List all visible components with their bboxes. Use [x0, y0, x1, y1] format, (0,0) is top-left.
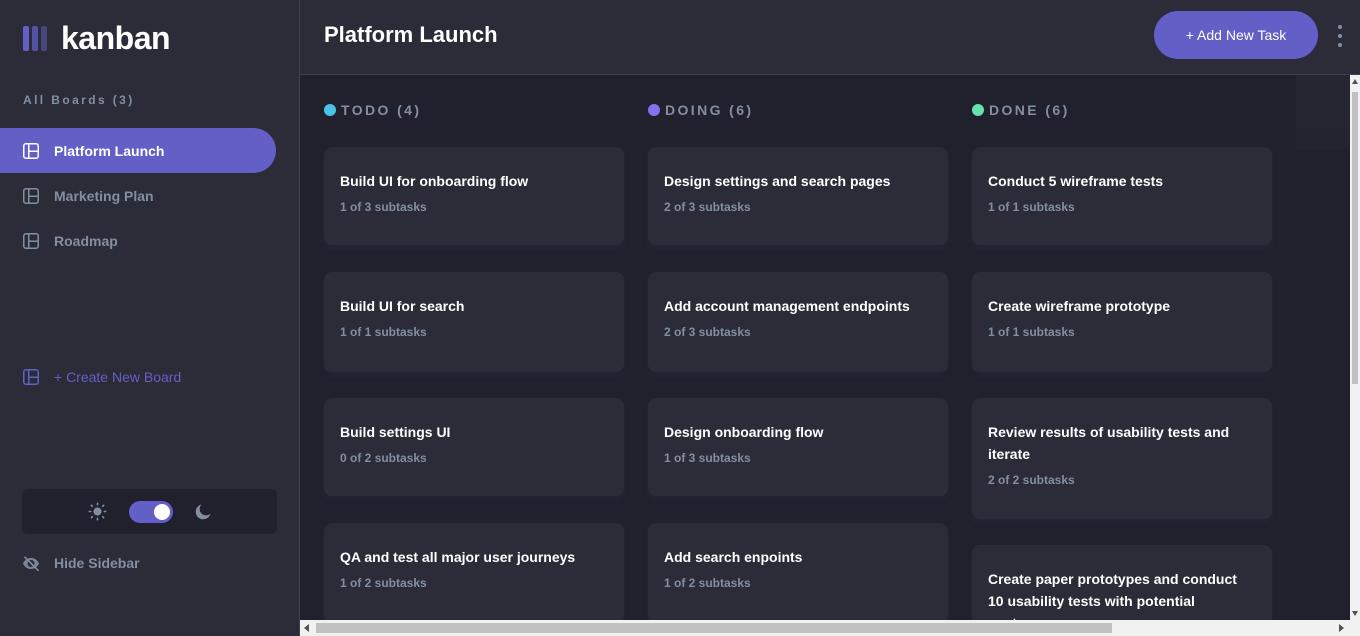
sidebar-item-label: Marketing Plan	[54, 187, 154, 204]
column-title: DOING (6)	[665, 102, 754, 118]
task-card[interactable]: QA and test all major user journeys 1 of…	[324, 523, 624, 620]
eye-slash-icon	[23, 556, 40, 571]
task-subtasks: 1 of 1 subtasks	[988, 200, 1075, 214]
task-title: QA and test all major user journeys	[340, 549, 576, 565]
moon-icon	[195, 504, 211, 519]
new-column-placeholder[interactable]	[1296, 75, 1350, 149]
task-card[interactable]: Build UI for search 1 of 1 subtasks	[324, 272, 624, 372]
scroll-up-icon[interactable]	[1352, 79, 1358, 84]
task-card[interactable]: Design settings and search pages 2 of 3 …	[648, 147, 948, 245]
task-card[interactable]: Build UI for onboarding flow 1 of 3 subt…	[324, 147, 624, 245]
column-header: DONE (6)	[972, 102, 1070, 118]
task-card[interactable]: Add account management endpoints 2 of 3 …	[648, 272, 948, 372]
task-subtasks: 1 of 1 subtasks	[988, 325, 1075, 339]
scrollbar-thumb[interactable]	[316, 623, 1112, 633]
task-title: Design onboarding flow	[664, 424, 824, 440]
sidebar-item-marketing-plan[interactable]: Marketing Plan	[0, 173, 276, 218]
logo-icon	[23, 26, 47, 51]
task-card[interactable]: Design onboarding flow 1 of 3 subtasks	[648, 398, 948, 496]
vertical-ellipsis-icon[interactable]	[1337, 25, 1343, 47]
scroll-down-icon[interactable]	[1352, 611, 1358, 616]
task-title: Create paper prototypes and conduct 10 u…	[988, 571, 1237, 620]
sidebar-item-label: Platform Launch	[54, 142, 165, 159]
task-subtasks: 0 of 2 subtasks	[340, 451, 427, 465]
sun-icon	[88, 502, 107, 521]
theme-toggle-panel	[22, 489, 277, 534]
scroll-left-icon[interactable]	[304, 624, 309, 632]
task-title: Add account management endpoints	[664, 298, 910, 314]
board: TODO (4) Build UI for onboarding flow 1 …	[300, 75, 1350, 620]
task-title: Create wireframe prototype	[988, 298, 1171, 314]
column-header: DOING (6)	[648, 102, 754, 118]
task-subtasks: 1 of 3 subtasks	[664, 451, 751, 465]
page-title: Platform Launch	[324, 22, 498, 47]
status-dot	[648, 104, 660, 116]
sidebar: kanban All Boards (3) Platform Launch Ma…	[0, 0, 300, 636]
board-icon	[23, 232, 39, 249]
task-subtasks: 1 of 3 subtasks	[340, 200, 427, 214]
board-icon	[23, 187, 39, 204]
board-icon	[23, 368, 39, 385]
create-new-board-label: + Create New Board	[54, 368, 182, 385]
status-dot	[972, 104, 984, 116]
hide-sidebar-label: Hide Sidebar	[54, 555, 140, 571]
task-title: Add search enpoints	[664, 549, 803, 565]
scrollbar-thumb[interactable]	[1352, 92, 1358, 384]
task-title: Build settings UI	[340, 424, 451, 440]
vertical-scrollbar[interactable]	[1350, 75, 1360, 620]
task-card[interactable]: Review results of usability tests and it…	[972, 398, 1272, 519]
task-subtasks: 2 of 3 subtasks	[664, 200, 751, 214]
task-title: Design settings and search pages	[664, 173, 891, 189]
all-boards-heading: All Boards (3)	[23, 93, 135, 107]
scroll-right-icon[interactable]	[1339, 624, 1344, 632]
add-new-task-button[interactable]: + Add New Task	[1154, 11, 1318, 59]
task-card[interactable]: Conduct 5 wireframe tests 1 of 1 subtask…	[972, 147, 1272, 245]
column-header: TODO (4)	[324, 102, 421, 118]
column-title: DONE (6)	[989, 102, 1070, 118]
column-title: TODO (4)	[341, 102, 422, 118]
task-title: Review results of usability tests and it…	[988, 424, 1230, 462]
board-icon	[23, 142, 39, 159]
logo: kanban	[23, 20, 171, 57]
task-title: Conduct 5 wireframe tests	[988, 173, 1164, 189]
create-new-board-button[interactable]: + Create New Board	[0, 354, 276, 399]
task-card[interactable]: Build settings UI 0 of 2 subtasks	[324, 398, 624, 496]
hide-sidebar-button[interactable]: Hide Sidebar	[22, 555, 140, 571]
task-card[interactable]: Create paper prototypes and conduct 10 u…	[972, 545, 1272, 620]
task-subtasks: 1 of 2 subtasks	[664, 576, 751, 590]
logo-text: kanban	[61, 20, 171, 56]
task-card[interactable]: Create wireframe prototype 1 of 1 subtas…	[972, 272, 1272, 372]
task-subtasks: 1 of 2 subtasks	[340, 576, 427, 590]
task-subtasks: 1 of 1 subtasks	[340, 325, 427, 339]
task-card[interactable]: Add search enpoints 1 of 2 subtasks	[648, 523, 948, 620]
task-subtasks: 2 of 2 subtasks	[988, 473, 1075, 487]
horizontal-scrollbar[interactable]	[300, 620, 1360, 636]
board-list: Platform Launch Marketing Plan Roadmap	[0, 128, 276, 263]
theme-switch[interactable]	[129, 500, 173, 523]
theme-switch-knob	[154, 503, 170, 520]
top-header: Platform Launch + Add New Task	[300, 0, 1360, 75]
sidebar-item-platform-launch[interactable]: Platform Launch	[0, 128, 276, 173]
status-dot	[324, 104, 336, 116]
task-title: Build UI for onboarding flow	[340, 173, 529, 189]
sidebar-item-roadmap[interactable]: Roadmap	[0, 218, 276, 263]
task-title: Build UI for search	[340, 298, 465, 314]
task-subtasks: 2 of 3 subtasks	[664, 325, 751, 339]
sidebar-item-label: Roadmap	[54, 232, 118, 249]
